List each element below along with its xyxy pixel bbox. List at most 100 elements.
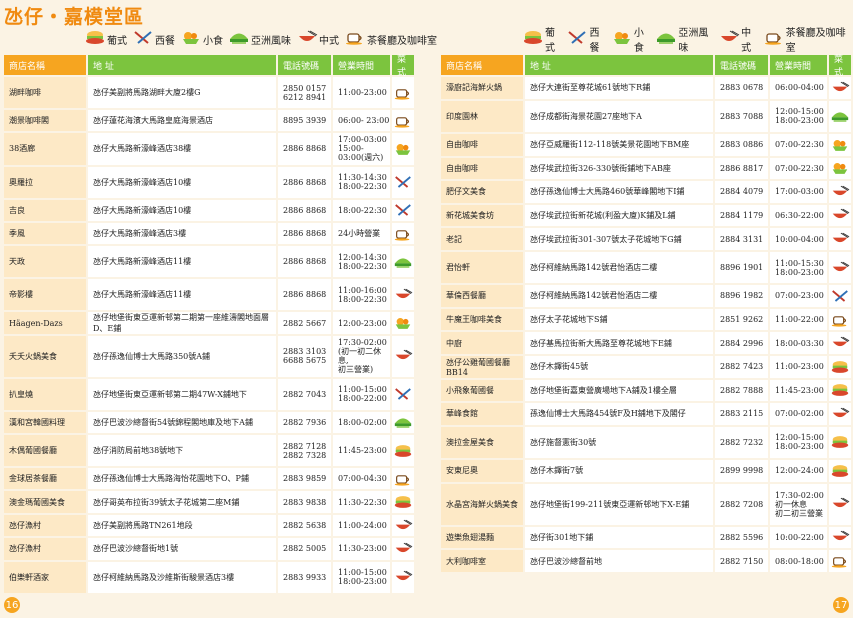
table-row: 牛魔王咖啡美食 氹仔太子花城地下S鋪 2851 9262 11:00-22:00 (441, 308, 851, 331)
restaurant-hours: 18:00-02:00 (333, 411, 392, 433)
cafe-icon (392, 468, 414, 489)
restaurant-tel: 2899 9998 (715, 460, 770, 482)
restaurant-address: 氹仔孫逸仙博士大馬路海怡花園地下O、P鋪 (88, 468, 278, 490)
restaurant-name: 新花城美食坊 (441, 204, 525, 227)
table-row: 小飛象葡國餐 氹仔地堡街嘉東營廣場地下A鋪及1樓全層 2882 7888 11:45-… (441, 379, 851, 402)
restaurant-address: 氹仔大馬路新濠峰酒店38樓 (88, 133, 278, 165)
portuguese-cuisine-icon (829, 460, 851, 482)
header-tel: 電話號碼 (715, 55, 770, 75)
restaurant-hours: 11:00-22:00 (770, 308, 829, 331)
table-row: 扒皇燒 氹仔地堡街東亞運新邨第二期47W-X鋪地下 2882 7043 11:00-1… (4, 378, 414, 410)
chinese-cuisine-icon (829, 181, 851, 203)
restaurant-address: 氹仔亞威羅街112-118號美景花園地下BM座 (525, 133, 715, 156)
legend-item-chinese: 中式 (718, 24, 757, 54)
chinese-cuisine-icon (718, 30, 741, 48)
header-address: 地 址 (88, 55, 278, 75)
chinese-cuisine-icon (829, 527, 851, 549)
restaurant-address: 氹仔地堡街199-211號東亞運新邨地下X-E鋪 (525, 483, 715, 525)
portuguese-cuisine-icon (829, 356, 851, 378)
restaurant-name: 伯樂軒酒家 (4, 561, 88, 593)
restaurant-name: 湖畔咖啡 (4, 77, 88, 109)
restaurant-hours: 24小時營業 (333, 222, 392, 245)
table-row: 濠廚記海鮮火鍋 氹仔大連街至尊花城61號地下R鋪 2883 0678 06:00-04… (441, 77, 851, 99)
cafe-icon (829, 550, 851, 572)
restaurant-tel: 2886 8868 (278, 133, 333, 165)
restaurant-tel: 2882 7936 (278, 411, 333, 433)
chinese-cuisine-icon (829, 403, 851, 425)
restaurant-tel: 2883 9859 (278, 468, 333, 490)
cuisine-legend-left: 葡式 西餐 小食 亞洲風味 中式 茶餐廳及咖啡室 (84, 30, 442, 48)
legend-item-asian: 亞洲風味 (228, 30, 291, 48)
header-category: 菜式 (397, 55, 407, 78)
asian-cuisine-icon (392, 246, 414, 277)
restaurant-hours: 18:00-03:30 (770, 332, 829, 354)
western-cuisine-icon (392, 200, 414, 221)
restaurant-hours: 11:45-23:00 (770, 379, 829, 402)
restaurant-name: 印度園林 (441, 100, 525, 132)
restaurant-name: 氹仔公雞葡國餐廳 BB14 (441, 355, 525, 378)
western-cuisine-icon (566, 30, 589, 48)
table-header: 商店名稱 地 址 電話號碼 營業時間 菜式 (4, 55, 414, 78)
table-row: 老記 氹仔埃武拉街301-307號太子花城地下G鋪 2884 3131 10:00-0… (441, 228, 851, 250)
restaurant-tel: 8895 3939 (278, 110, 333, 132)
restaurant-address: 氹仔巴波沙總督街地1號 (88, 538, 278, 560)
table-row: 新花城美食坊 氹仔埃武拉街新花城(利盈大廈)K鋪及L鋪 2884 1179 06:30… (441, 204, 851, 227)
restaurant-hours: 11:00-16:00 18:00-22:30 (333, 279, 392, 311)
restaurant-hours: 08:00-18:00 (770, 550, 829, 572)
table-row: 湖畔咖啡 氹仔美副將馬路湖畔大廈2樓G 2850 0157 6212 8941 11:… (4, 77, 414, 109)
restaurant-address: 氹仔街301地下鋪 (525, 526, 715, 549)
table-row: 奧羅拉 氹仔大馬路新濠峰酒店10樓 2886 8868 11:30-14:30 18:… (4, 166, 414, 198)
restaurant-address: 氹仔蓮花海濱大馬路皇庭海景酒店 (88, 110, 278, 132)
restaurant-address: 氹仔埃武拉街326-330號街鋪地下AB座 (525, 157, 715, 180)
snack-icon (392, 133, 414, 164)
restaurant-name: 遊樂魚翅湯麵 (441, 526, 525, 549)
restaurant-name: 水晶宮海鮮火鍋美食 (441, 483, 525, 525)
restaurant-tel: 2883 9838 (278, 491, 333, 513)
restaurant-name: 君怡軒 (441, 251, 525, 284)
restaurant-address: 氹仔柯維納馬路及沙維斯街駿景酒店3樓 (88, 561, 278, 593)
restaurant-tel: 2882 7423 (715, 355, 770, 378)
restaurant-hours: 06:00- 23:00 (333, 110, 392, 132)
restaurant-name: 扒皇燒 (4, 378, 88, 410)
restaurant-name: 木偶葡國餐廳 (4, 435, 88, 467)
restaurant-name: 肥仔文美食 (441, 181, 525, 203)
restaurant-tel: 2850 0157 6212 8941 (278, 77, 333, 109)
restaurant-address: 氹仔木鐸街45號 (525, 355, 715, 378)
restaurant-tel: 2851 9262 (715, 308, 770, 331)
restaurant-hours: 18:00-22:30 (333, 199, 392, 221)
chinese-cuisine-icon (829, 205, 851, 227)
table-row: Häagen-Dazs 氹仔地堡街東亞運新邨第二期第一座維濤閣地面層D、E鋪 288… (4, 312, 414, 334)
restaurant-address: 氹仔美副將馬路湖畔大廈2樓G (88, 77, 278, 109)
restaurant-tel: 2886 8868 (278, 199, 333, 221)
chinese-cuisine-icon (829, 77, 851, 99)
restaurant-hours: 17:30-02:00 初一休息 初二初三營業 (770, 483, 829, 525)
table-body: 湖畔咖啡 氹仔美副將馬路湖畔大廈2樓G 2850 0157 6212 8941 11:… (4, 77, 414, 593)
asian-cuisine-icon (655, 30, 678, 48)
restaurant-tel: 8896 1982 (715, 285, 770, 307)
restaurant-name: 氹仔漁村 (4, 538, 88, 560)
restaurant-hours: 17:30-02:00 (初一初二休息, 初三營業) (333, 335, 392, 377)
cafe-icon (763, 30, 786, 48)
restaurant-name: 夭夭火鍋美食 (4, 335, 88, 377)
cafe-icon (392, 77, 414, 108)
portuguese-cuisine-icon (392, 435, 414, 466)
restaurant-tel: 2882 7208 (715, 483, 770, 525)
chinese-cuisine-icon (392, 279, 414, 310)
restaurant-tel: 2886 8868 (278, 222, 333, 245)
legend-label: 中式 (741, 28, 752, 54)
table-row: 帝影樓 氹仔大馬路新濠峰酒店11樓 2886 8868 11:00-16:00 18:… (4, 279, 414, 311)
restaurant-address: 氹仔孫逸仙博士大馬路460號華峰閣地下I鋪 (525, 181, 715, 203)
asian-cuisine-icon (392, 412, 414, 433)
restaurant-tel: 2882 5005 (278, 538, 333, 560)
cafe-icon (344, 30, 367, 48)
restaurant-address: 氹仔消防局前地38號地下 (88, 435, 278, 467)
restaurant-address: 氹仔美副將馬路TN261地段 (88, 514, 278, 537)
table-row: 伯樂軒酒家 氹仔柯維納馬路及沙維斯街駿景酒店3樓 2883 9933 11:00-15… (4, 561, 414, 593)
restaurant-tel: 2886 8868 (278, 279, 333, 311)
restaurant-name: 奧羅拉 (4, 166, 88, 198)
table-row: 自由咖啡 氹仔埃武拉街326-330號街鋪地下AB座 2886 8817 07:00-… (441, 157, 851, 180)
legend-label: 茶餐廳及咖啡室 (367, 35, 437, 47)
header-category: 菜式 (834, 55, 844, 78)
page-title: 氹仔・嘉模堂區 (4, 6, 145, 28)
table-row: 氹仔漁村 氹仔美副將馬路TN261地段 2882 5638 11:00-24:00 (4, 514, 414, 537)
